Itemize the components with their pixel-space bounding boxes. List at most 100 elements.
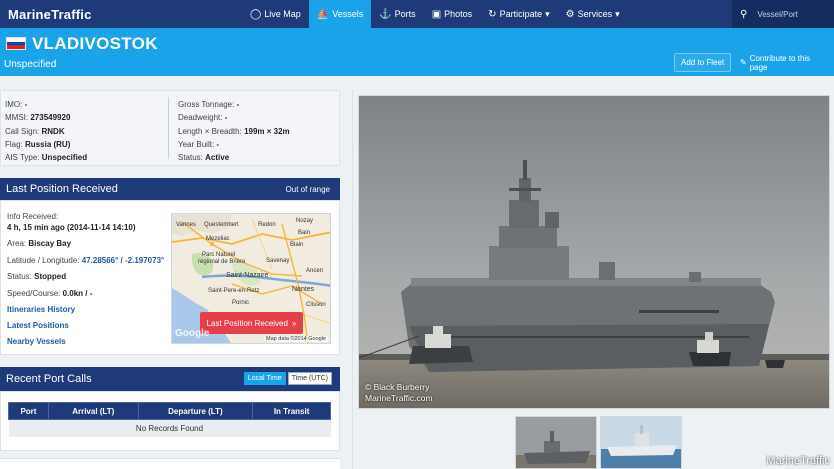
nav-services[interactable]: ⚙ Services ▾	[558, 0, 628, 28]
main-nav: ◯ Live Map ⛵ Vessels ⚓ Ports ▣ Photos ↻ …	[242, 0, 628, 28]
latlon-row: Latitude / Longitude: 47.28566° / -2.197…	[7, 255, 164, 266]
detail-label: Deadweight:	[178, 113, 223, 123]
camera-icon: ▣	[431, 8, 442, 20]
table-header-row: Port Arrival (LT) Departure (LT) In Tran…	[8, 402, 331, 420]
position-map[interactable]: Vannes Questembert Redon Nozay Bain Meze…	[171, 213, 331, 344]
nearby-vessels-link[interactable]: Nearby Vessels	[7, 336, 164, 347]
add-to-fleet-button[interactable]: Add to Fleet	[674, 53, 732, 72]
range-status: Out of range	[285, 184, 330, 194]
col-port[interactable]: Port	[8, 402, 49, 420]
area-value: Biscay Bay	[28, 239, 72, 249]
caret-down-icon: ▾	[545, 8, 550, 19]
detail-label: Year Built:	[178, 139, 215, 149]
status-label: Status:	[7, 272, 32, 282]
detail-callsign: Call Sign: RNDK	[5, 125, 87, 138]
map-label-parc: Parc Naturel	[202, 252, 236, 258]
pencil-icon: ✎	[740, 58, 747, 67]
vessel-details: IMO: - MMSI: 273549920 Call Sign: RNDK F…	[0, 90, 340, 166]
port-calls-table: Port Arrival (LT) Departure (LT) In Tran…	[8, 402, 331, 437]
col-arrival[interactable]: Arrival (LT)	[47, 402, 139, 420]
last-position-button-label: Last Position Received	[206, 318, 288, 328]
latlon-value[interactable]: 47.28566° / -2.197073°	[82, 256, 164, 265]
port-calls-title: Recent Port Calls	[6, 373, 92, 385]
table-row: No Records Found	[8, 419, 331, 437]
nav-live-map[interactable]: ◯ Live Map	[242, 0, 309, 28]
google-logo: Google	[175, 328, 210, 339]
vessel-name: VLADIVOSTOK	[32, 34, 158, 53]
detail-label: Call Sign:	[5, 126, 40, 136]
thumbnail-2-image	[601, 417, 681, 468]
map-label-pornic: Pornic	[232, 300, 250, 306]
utc-time-button[interactable]: Time (UTC)	[287, 372, 332, 385]
speed-value: 0.0kn / -	[62, 288, 93, 298]
detail-mmsi: MMSI: 273549920	[5, 111, 87, 124]
ship-icon: ⛵	[316, 8, 330, 20]
map-label-mezeliac: Mezeliac	[206, 236, 230, 242]
speed-row: Speed/Course: 0.0kn / -	[7, 288, 164, 299]
nav-vessels[interactable]: ⛵ Vessels	[308, 0, 372, 28]
detail-imo: IMO: -	[5, 98, 87, 111]
nav-live-map-label: Live Map	[264, 9, 301, 19]
map-label-ancen: Ancen	[306, 268, 324, 274]
refresh-icon: ↻	[488, 8, 497, 20]
search-icon[interactable]: ⚲	[740, 9, 747, 20]
detail-gross-tonnage: Gross Tonnage: -	[178, 98, 290, 111]
detail-value: RNDK	[41, 126, 65, 136]
detail-value: -	[216, 139, 220, 149]
map-label-blain: Blain	[290, 242, 304, 248]
port-calls-body: Port Arrival (LT) Departure (LT) In Tran…	[0, 391, 340, 451]
map-label-nozay: Nozay	[296, 218, 314, 224]
globe-icon: ◯	[250, 8, 262, 20]
next-panel-edge	[0, 458, 340, 469]
double-chevron-right-icon: »	[291, 318, 297, 328]
latlon-label: Latitude / Longitude:	[7, 255, 80, 265]
last-position-title: Last Position Received	[6, 183, 118, 195]
vessel-type: Unspecified	[4, 59, 57, 70]
time-toggle: Local Time Time (UTC)	[243, 372, 332, 385]
last-position-body: Info Received: 4 h, 15 min ago (2014-11-…	[0, 200, 340, 355]
brand-logo[interactable]: MarineTraffic	[0, 7, 240, 22]
photo-thumbnail-1[interactable]	[515, 416, 597, 469]
itineraries-history-link[interactable]: Itineraries History	[7, 304, 164, 315]
flag-stripe-red	[7, 45, 25, 49]
contribute-link[interactable]: ✎ Contribute to this page	[734, 53, 832, 72]
col-in-transit[interactable]: In Transit	[252, 402, 331, 420]
nav-ports-label: Ports	[394, 9, 416, 19]
port-calls-header: Recent Port Calls Local Time Time (UTC)	[0, 367, 340, 391]
detail-label: AIS Type:	[5, 153, 40, 163]
detail-label: MMSI:	[5, 113, 29, 123]
last-position-received-button[interactable]: Last Position Received »	[200, 312, 303, 334]
latest-positions-link[interactable]: Latest Positions	[7, 320, 164, 331]
map-attribution[interactable]: Map data ©2014 Google	[263, 336, 328, 342]
search-box: ⚲	[732, 0, 834, 28]
contribute-label: Contribute to this page	[749, 53, 811, 72]
photo-section: © Black Burberry MarineTraffic.com Marin…	[352, 90, 834, 469]
nav-participate-label: Participate	[499, 9, 543, 19]
position-info: Info Received: 4 h, 15 min ago (2014-11-…	[7, 211, 164, 353]
detail-flag: Flag: Russia (RU)	[5, 138, 87, 151]
nav-photos-label: Photos	[444, 9, 473, 19]
map-label-vannes: Vannes	[176, 222, 196, 228]
last-position-header: Last Position Received Out of range	[0, 178, 340, 200]
map-label-redon: Redon	[258, 222, 276, 228]
search-input[interactable]	[757, 9, 828, 19]
status-value: Stopped	[34, 272, 67, 282]
detail-label: Gross Tonnage:	[178, 100, 235, 109]
nav-participate[interactable]: ↻ Participate ▾	[480, 0, 557, 28]
anchor-icon: ⚓	[379, 8, 392, 20]
local-time-button[interactable]: Local Time	[243, 372, 286, 385]
map-label-saint-nazaire: Saint-Nazaire	[226, 272, 269, 279]
detail-value: -	[236, 100, 240, 109]
marinetraffic-watermark: MarineTraffic	[766, 455, 830, 467]
col-departure[interactable]: Departure (LT)	[137, 402, 254, 420]
nav-ports[interactable]: ⚓ Ports	[371, 0, 423, 28]
details-divider	[168, 97, 169, 159]
vessel-header: VLADIVOSTOK Unspecified Add to Fleet ✎ C…	[0, 28, 834, 76]
map-label-savenay: Savenay	[266, 258, 290, 264]
vessel-photo[interactable]: © Black Burberry MarineTraffic.com	[358, 95, 830, 409]
nav-photos[interactable]: ▣ Photos	[424, 0, 480, 28]
details-left-column: IMO: - MMSI: 273549920 Call Sign: RNDK F…	[5, 98, 87, 164]
photo-thumbnail-2[interactable]	[600, 416, 682, 469]
detail-label: Flag:	[5, 139, 23, 149]
detail-label: Status:	[178, 153, 203, 163]
